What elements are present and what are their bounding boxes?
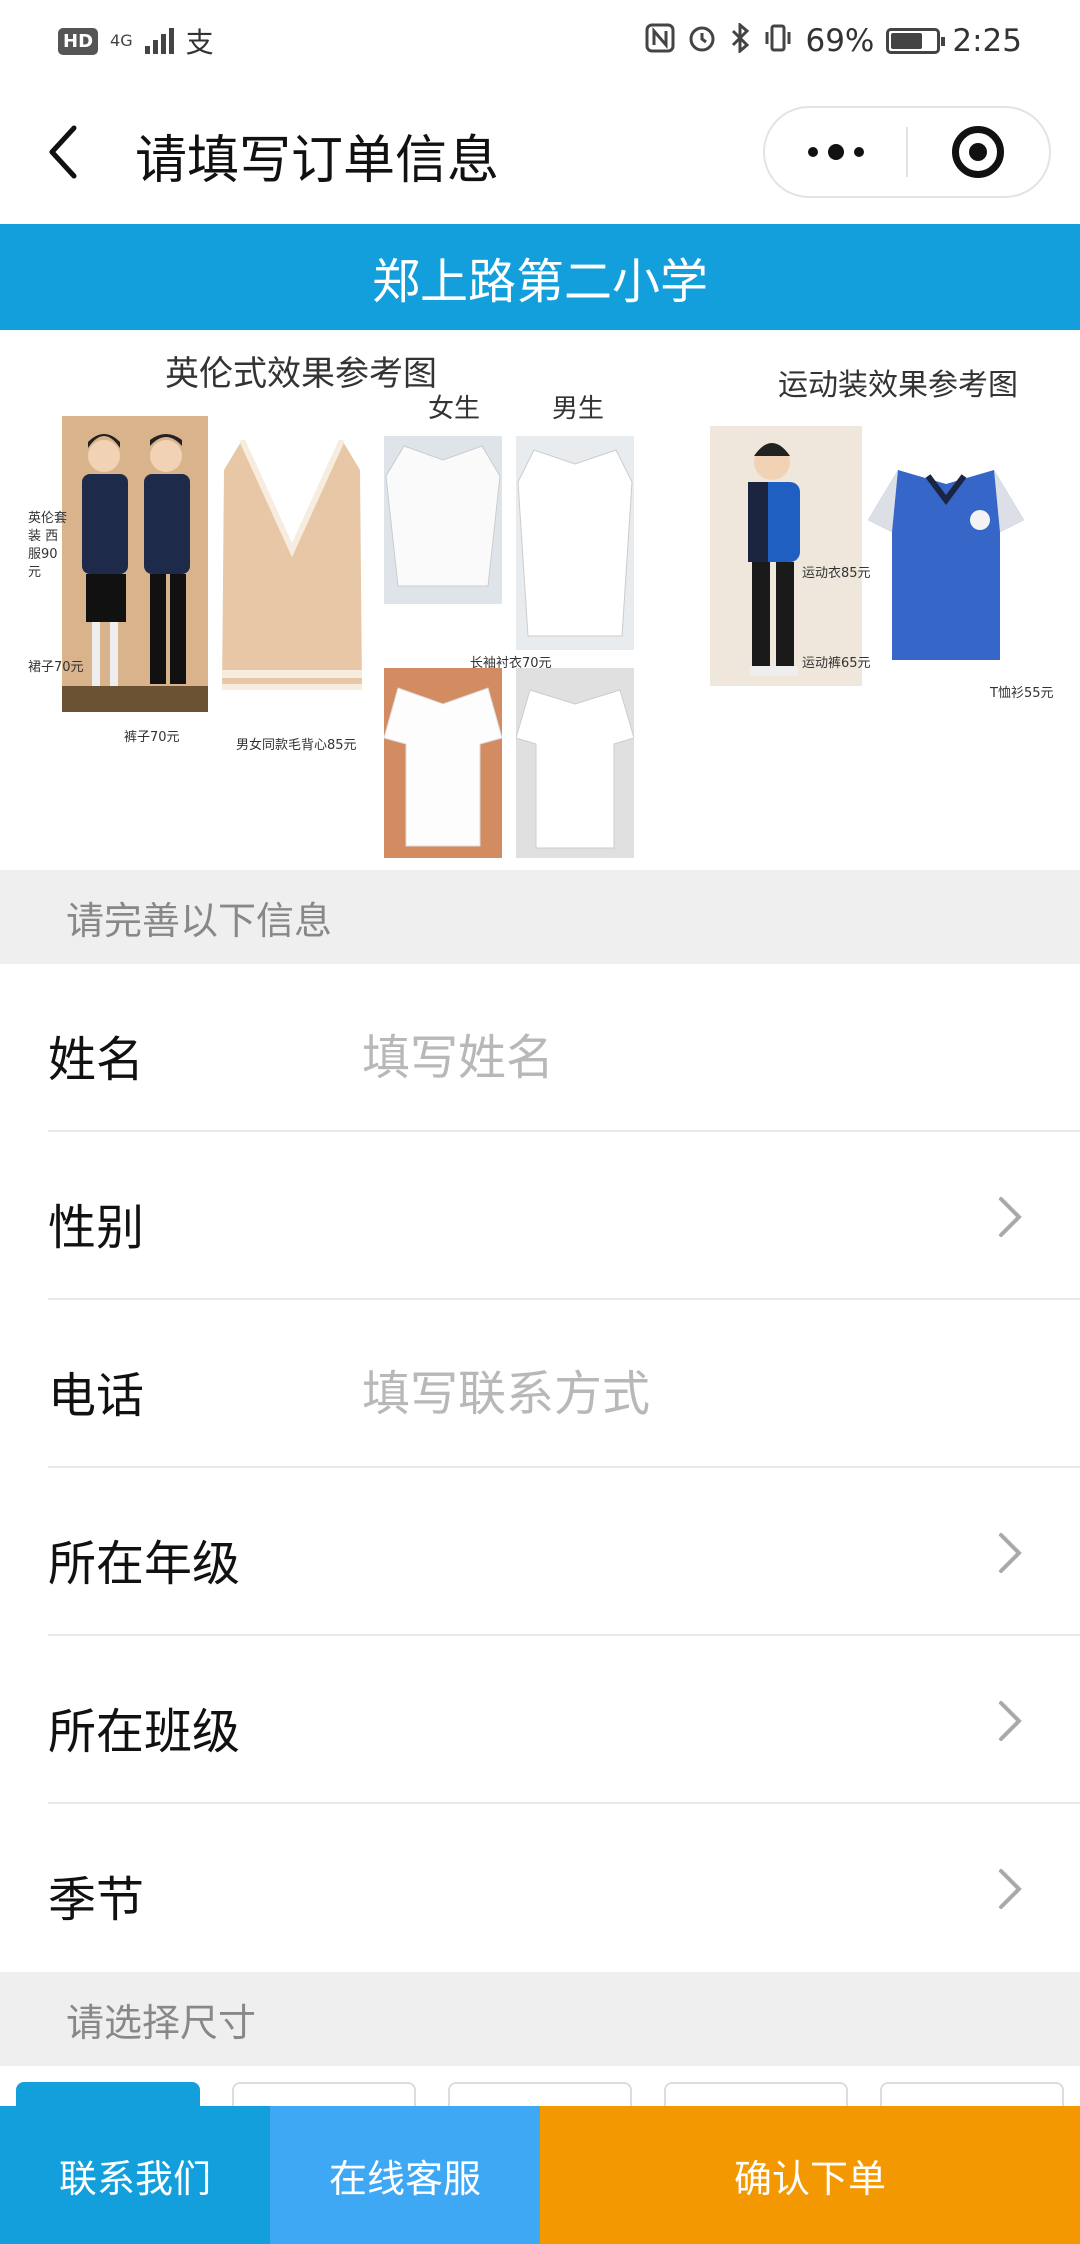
alipay-icon: 支 bbox=[185, 26, 214, 59]
back-arrow-icon[interactable] bbox=[44, 122, 84, 182]
close-mini-program-button[interactable] bbox=[908, 108, 1049, 196]
clock: 2:25 bbox=[952, 23, 1022, 59]
battery-icon bbox=[886, 28, 946, 54]
note-pants: 裤子70元 bbox=[124, 730, 180, 745]
phone-input[interactable]: 填写联系方式 bbox=[362, 1354, 650, 1424]
chevron-right-icon bbox=[999, 1533, 1022, 1573]
caption-sports-style: 运动装效果参考图 bbox=[778, 368, 1018, 403]
hd-badge: HD bbox=[58, 27, 99, 55]
nfc-icon bbox=[645, 23, 675, 60]
confirm-order-button[interactable]: 确认下单 bbox=[540, 2106, 1080, 2244]
grade-label: 所在年级 bbox=[48, 1536, 241, 1592]
status-right: 69% 2:25 bbox=[645, 21, 1022, 60]
short-shirt-boy-photo bbox=[516, 668, 634, 858]
status-left: HD 4G 支 bbox=[58, 21, 214, 61]
note-vest: 男女同款毛背心85元 bbox=[236, 738, 357, 753]
form-row-class[interactable]: 所在班级 bbox=[0, 1636, 1080, 1804]
section-header-size: 请选择尺寸 bbox=[0, 1972, 1080, 2066]
form-row-season[interactable]: 季节 bbox=[0, 1804, 1080, 1972]
status-bar: HD 4G 支 69% 2:25 bbox=[0, 0, 1080, 82]
girl-shirt-photo bbox=[384, 436, 502, 604]
label-boy: 男生 bbox=[552, 394, 605, 424]
sportswear-photo bbox=[710, 426, 862, 686]
phone-label: 电话 bbox=[48, 1368, 145, 1424]
bluetooth-icon bbox=[729, 21, 751, 60]
more-options-button[interactable] bbox=[765, 108, 906, 196]
bottom-action-bar: 联系我们 在线客服 确认下单 bbox=[0, 2106, 1080, 2244]
note-sport-top: 运动衣85元 bbox=[802, 566, 871, 581]
target-icon bbox=[952, 126, 1005, 178]
uniform-reference-image: 英伦式效果参考图 运动装效果参考图 女生 男生 英伦套装 西服90元 裙子70元… bbox=[0, 330, 1080, 870]
vibrate-icon bbox=[763, 23, 793, 60]
short-shirt-girl-photo bbox=[384, 668, 502, 858]
chevron-right-icon bbox=[999, 1197, 1022, 1237]
battery-percent: 69% bbox=[805, 23, 875, 59]
section-header-info: 请完善以下信息 bbox=[0, 870, 1080, 964]
caption-british-style: 英伦式效果参考图 bbox=[165, 354, 437, 394]
note-sport-pants: 运动裤65元 bbox=[802, 656, 871, 671]
gender-label: 性别 bbox=[48, 1200, 145, 1256]
signal-icon bbox=[144, 28, 174, 54]
note-skirt: 裙子70元 bbox=[28, 660, 84, 675]
nav-bar: 请填写订单信息 bbox=[0, 82, 1080, 224]
order-form-page: HD 4G 支 69% 2:25 请填写订单信息 郑上路第二小学 英伦式效果参考… bbox=[0, 0, 1080, 2244]
page-title: 请填写订单信息 bbox=[135, 131, 500, 191]
tshirt-photo bbox=[868, 450, 1024, 680]
form-row-gender[interactable]: 性别 bbox=[0, 1132, 1080, 1300]
vest-photo bbox=[222, 440, 362, 710]
chevron-right-icon bbox=[999, 1869, 1022, 1909]
network-type: 4G bbox=[110, 31, 133, 50]
form-row-grade[interactable]: 所在年级 bbox=[0, 1468, 1080, 1636]
name-label: 姓名 bbox=[48, 1032, 145, 1088]
form-row-phone[interactable]: 电话 填写联系方式 bbox=[0, 1300, 1080, 1468]
name-input[interactable]: 填写姓名 bbox=[362, 1018, 554, 1088]
contact-us-button[interactable]: 联系我们 bbox=[0, 2106, 270, 2244]
school-banner: 郑上路第二小学 bbox=[0, 224, 1080, 330]
season-label: 季节 bbox=[48, 1872, 145, 1928]
boy-shirt-photo bbox=[516, 436, 634, 650]
class-label: 所在班级 bbox=[48, 1704, 241, 1760]
alarm-icon bbox=[687, 23, 717, 60]
mini-program-capsule bbox=[763, 106, 1051, 198]
label-girl: 女生 bbox=[428, 394, 481, 424]
note-tshirt: T恤衫55元 bbox=[990, 686, 1054, 701]
battery-fill bbox=[891, 33, 922, 49]
form-row-name[interactable]: 姓名 填写姓名 bbox=[0, 964, 1080, 1132]
note-suit: 英伦套装 西服90元 bbox=[28, 511, 68, 580]
chevron-right-icon bbox=[999, 1701, 1022, 1741]
suit-photo bbox=[62, 416, 208, 712]
online-service-button[interactable]: 在线客服 bbox=[270, 2106, 540, 2244]
